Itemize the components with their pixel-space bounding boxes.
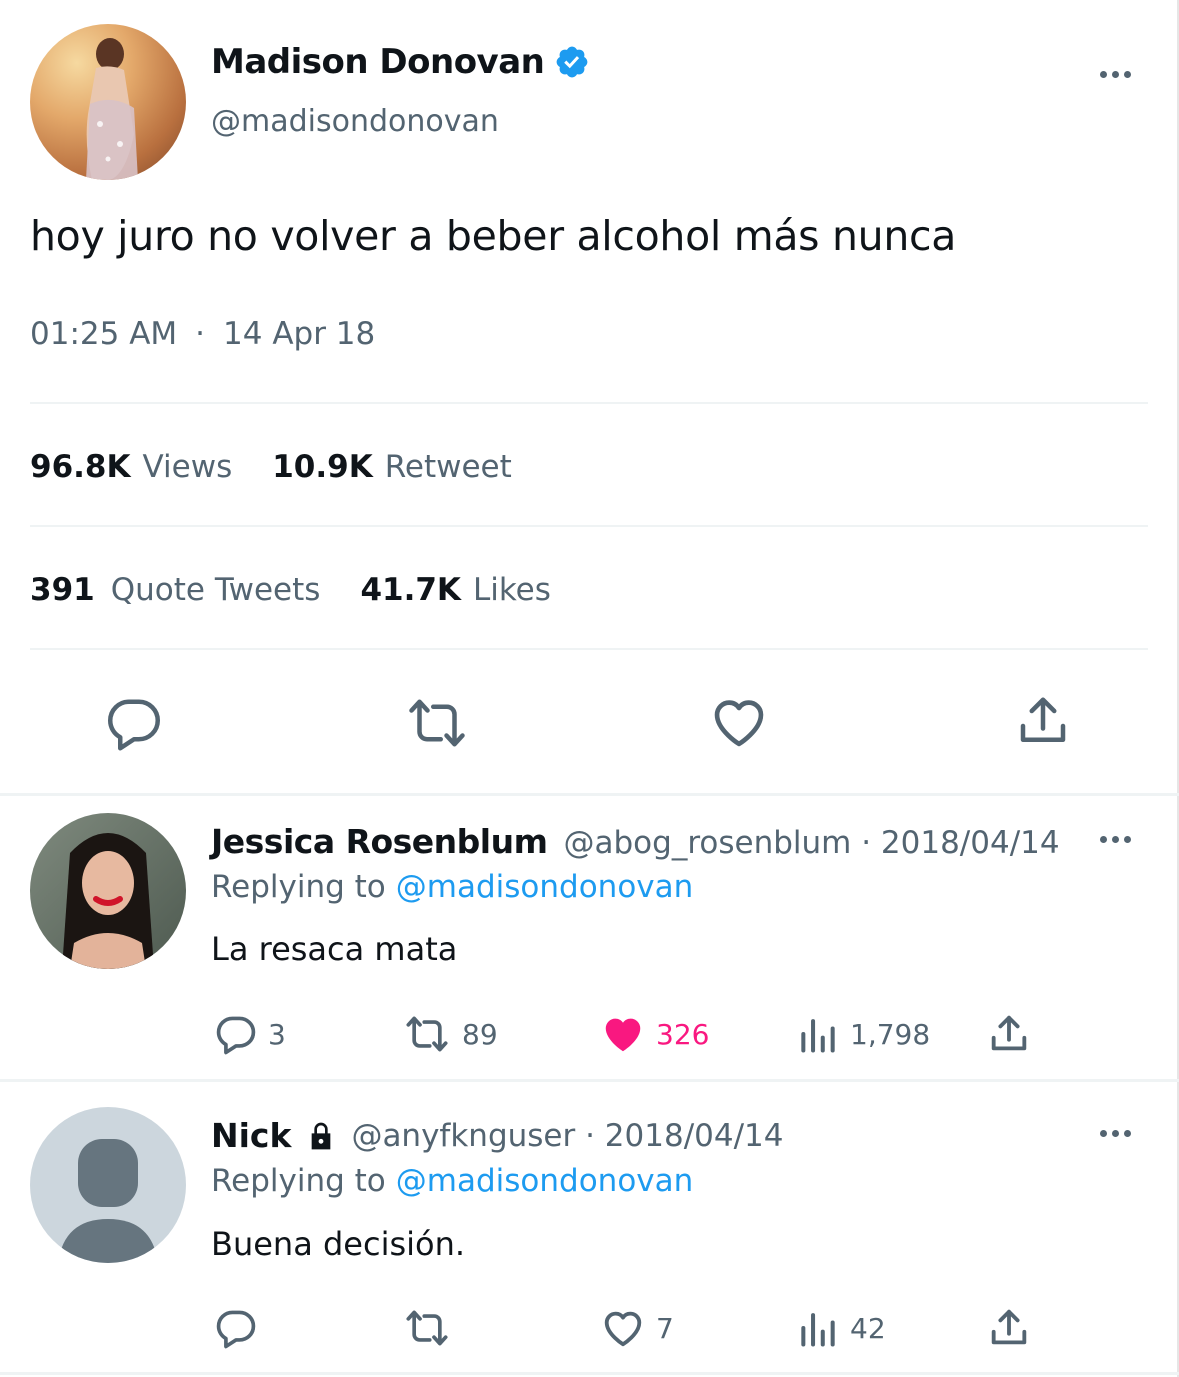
likes-label: Likes [472, 572, 551, 608]
retweet-icon[interactable] [405, 693, 469, 753]
reply-count: 3 [268, 1017, 286, 1051]
divider [30, 648, 1148, 650]
stats-row-1: 96.8K Views 10.9K Retweet [30, 449, 512, 485]
views-count: 1,798 [850, 1017, 931, 1051]
reply-author-name[interactable]: Nick [211, 1116, 291, 1155]
retweet-action[interactable] [402, 1306, 452, 1350]
more-options-icon[interactable] [1095, 67, 1135, 81]
views-count: 96.8K [30, 449, 131, 485]
author-handle[interactable]: @madisondonovan [211, 104, 499, 139]
retweets-count: 10.9K [272, 449, 373, 485]
views-stat[interactable]: 96.8K Views [30, 449, 232, 485]
reply-action[interactable]: 3 [214, 1012, 286, 1056]
reply-header: Nick @anyfknguser · 2018/04/14 [211, 1116, 783, 1155]
reply-action[interactable] [214, 1306, 258, 1350]
views-icon [796, 1306, 840, 1350]
like-action[interactable]: 326 [600, 1011, 709, 1057]
replying-label: Replying to [211, 1163, 386, 1199]
views-icon [796, 1012, 840, 1056]
share-action[interactable] [986, 1011, 1032, 1057]
lock-icon [305, 1119, 337, 1153]
quotes-stat[interactable]: 391 Quote Tweets [30, 572, 320, 608]
views-count: 42 [850, 1311, 886, 1345]
stats-row-2: 391 Quote Tweets 41.7K Likes [30, 572, 551, 608]
author-name-row[interactable]: Madison Donovan [211, 42, 590, 82]
retweets-label: Retweet [384, 449, 512, 485]
reply-header: Jessica Rosenblum @abog_rosenblum · 2018… [211, 822, 1060, 861]
replying-to: Replying to @madisondonovan [211, 869, 693, 905]
more-options-icon[interactable] [1095, 1126, 1135, 1140]
section-divider [0, 1079, 1179, 1082]
default-avatar[interactable] [30, 1107, 186, 1263]
section-divider [0, 1372, 1179, 1375]
replying-handle-link[interactable]: @madisondonovan [396, 869, 694, 905]
like-icon[interactable] [708, 691, 770, 753]
tweet-timestamp[interactable]: 01:25 AM · 14 Apr 18 [30, 316, 375, 352]
replying-label: Replying to [211, 869, 386, 905]
retweets-stat[interactable]: 10.9K Retweet [272, 449, 512, 485]
reply-text: Buena decisión. [211, 1225, 466, 1263]
share-icon [986, 1011, 1032, 1057]
retweet-action[interactable]: 89 [402, 1012, 498, 1056]
divider [30, 402, 1148, 404]
reply-icon [214, 1306, 258, 1350]
tweet-date: 14 Apr 18 [223, 316, 376, 352]
share-action[interactable] [986, 1305, 1032, 1351]
divider [30, 525, 1148, 527]
reply-text: La resaca mata [211, 930, 458, 968]
replying-to: Replying to @madisondonovan [211, 1163, 693, 1199]
section-divider [0, 793, 1179, 796]
like-icon [600, 1305, 646, 1351]
likes-count: 41.7K [360, 572, 461, 608]
timestamp-separator: · [195, 316, 206, 352]
like-count: 7 [656, 1311, 674, 1345]
quotes-label: Quote Tweets [110, 572, 321, 608]
reply-icon [214, 1012, 258, 1056]
retweet-count: 89 [462, 1017, 498, 1051]
author-avatar[interactable] [30, 24, 186, 180]
quotes-count: 391 [30, 572, 95, 608]
tweet-text: hoy juro no volver a beber alcohol más n… [30, 212, 957, 260]
reply-handle-date[interactable]: @anyfknguser · 2018/04/14 [351, 1118, 783, 1154]
retweet-icon [402, 1306, 452, 1350]
verified-badge-icon [554, 44, 590, 80]
replying-handle-link[interactable]: @madisondonovan [396, 1163, 694, 1199]
likes-stat[interactable]: 41.7K Likes [360, 572, 550, 608]
more-options-icon[interactable] [1095, 832, 1135, 846]
reply-avatar[interactable] [30, 813, 186, 969]
retweet-icon [402, 1012, 452, 1056]
tweet-time: 01:25 AM [30, 316, 178, 352]
reply-author-name[interactable]: Jessica Rosenblum [211, 822, 548, 861]
views-action[interactable]: 42 [796, 1306, 886, 1350]
like-action[interactable]: 7 [600, 1305, 674, 1351]
share-icon [986, 1305, 1032, 1351]
views-label: Views [142, 449, 233, 485]
author-name[interactable]: Madison Donovan [211, 42, 545, 82]
reply-icon[interactable] [104, 693, 164, 753]
share-icon[interactable] [1013, 691, 1073, 751]
like-count: 326 [656, 1017, 710, 1051]
reply-handle-date[interactable]: @abog_rosenblum · 2018/04/14 [564, 825, 1060, 861]
like-icon-filled [600, 1011, 646, 1057]
views-action[interactable]: 1,798 [796, 1012, 930, 1056]
